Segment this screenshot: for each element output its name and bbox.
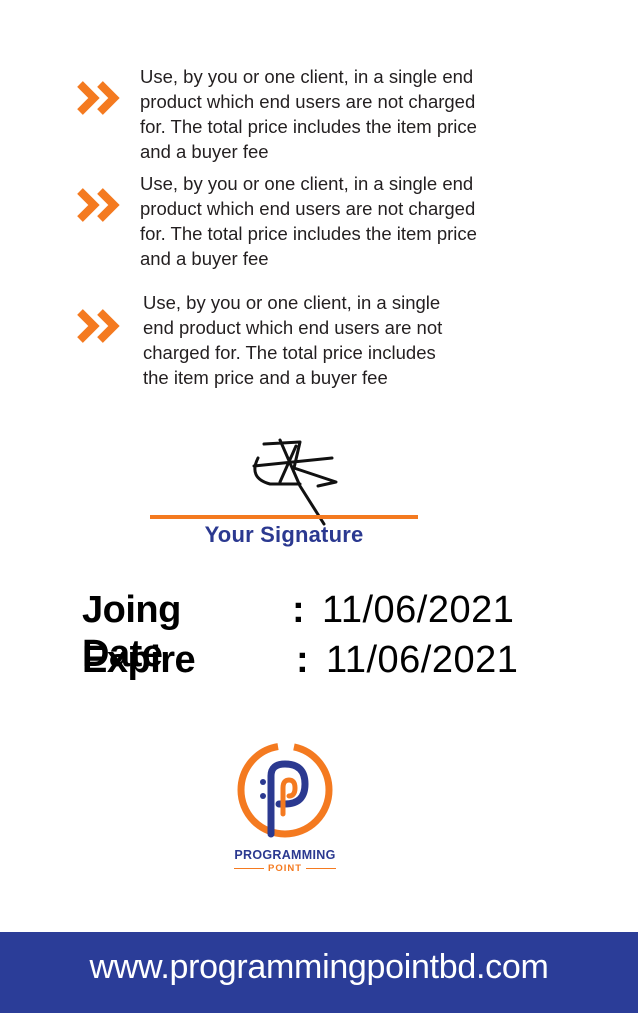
signature-caption: Your Signature xyxy=(204,522,364,547)
logo-subwordmark: POINT xyxy=(225,863,345,874)
signature-block: Your Signature xyxy=(150,438,420,558)
term-text: Use, by you or one client, in a single e… xyxy=(143,292,443,388)
logo-wordmark: PROGRAMMING xyxy=(234,848,336,862)
joining-date-colon: : xyxy=(292,589,305,631)
double-chevron-right-icon xyxy=(77,188,120,222)
brand-logo: PROGRAMMING POINT xyxy=(225,742,345,882)
joining-date-value: 11/06/2021 xyxy=(322,589,515,631)
signature-line xyxy=(150,515,418,519)
expire-date-label: Expire xyxy=(82,639,196,681)
term-text: Use, by you or one client, in a single e… xyxy=(140,66,477,162)
website-url[interactable]: www.programmingpointbd.com xyxy=(90,948,549,986)
expire-date-value: 11/06/2021 xyxy=(326,639,519,681)
programming-point-logo-icon xyxy=(237,742,333,838)
double-chevron-right-icon xyxy=(77,81,120,115)
logo-subwordmark-text: POINT xyxy=(267,863,303,874)
term-text: Use, by you or one client, in a single e… xyxy=(140,173,477,269)
expire-date-colon: : xyxy=(296,639,309,681)
footer-bar: www.programmingpointbd.com xyxy=(0,932,638,1013)
double-chevron-right-icon xyxy=(77,309,120,343)
